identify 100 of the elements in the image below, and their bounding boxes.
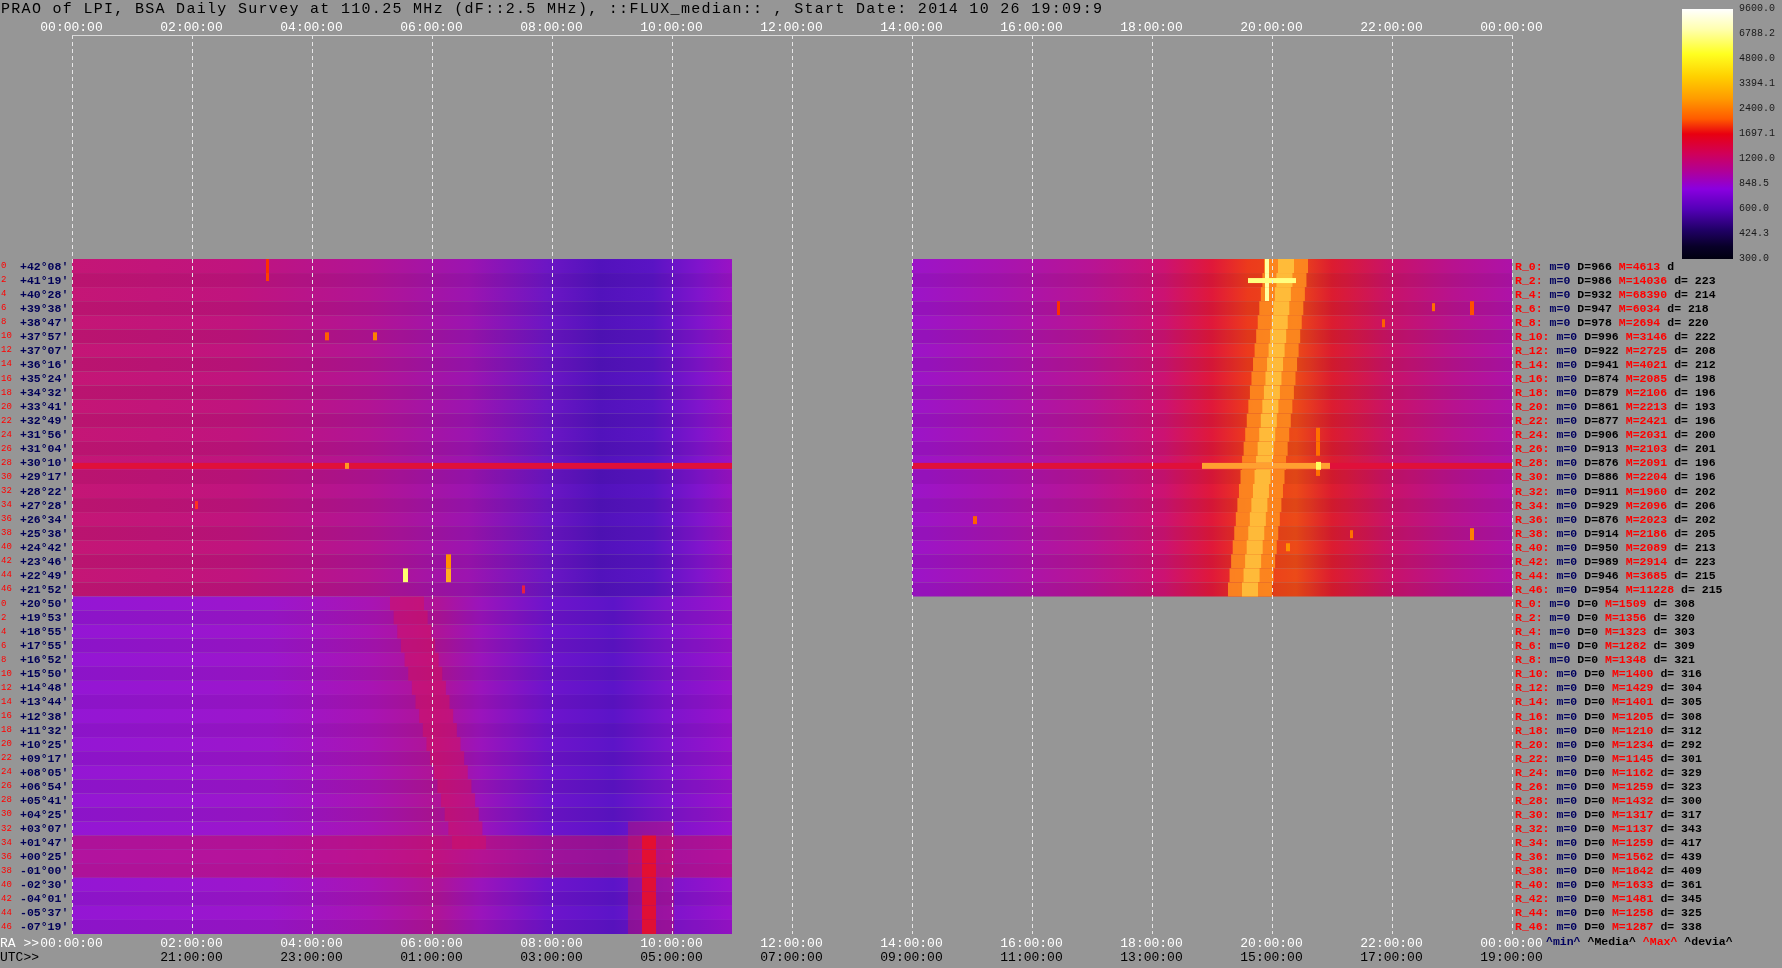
declination-label: +10°25' xyxy=(20,737,69,751)
deviation-value: d= 292 xyxy=(1660,737,1702,751)
beam-index: 22 xyxy=(1,415,12,426)
max-value: M=1356 xyxy=(1605,611,1647,625)
deviation-value: d= 409 xyxy=(1660,864,1702,878)
declination-label: +18°55' xyxy=(20,625,69,639)
column-legend-label: ^Max^ xyxy=(1642,934,1678,948)
declination-label: +15°50' xyxy=(20,667,69,681)
max-value: M=1234 xyxy=(1611,737,1654,751)
declination-label: +26°34' xyxy=(20,512,69,526)
max-value: M=2091 xyxy=(1625,456,1668,470)
beam-index: 12 xyxy=(1,682,12,693)
beam-index: 32 xyxy=(1,486,12,497)
ra-axis-label: 08:00:00 xyxy=(520,937,583,951)
median-value: D=0 xyxy=(1584,807,1605,821)
color-scale-label: 848.5 xyxy=(1739,178,1769,190)
deviation-value: d= 303 xyxy=(1653,625,1695,639)
utc-axis-label: 01:00:00 xyxy=(400,951,463,965)
beam-label: R_30: xyxy=(1515,807,1550,821)
beam-label: R_32: xyxy=(1515,822,1550,836)
max-value: M=1429 xyxy=(1611,681,1654,695)
utc-axis-label: 07:00:00 xyxy=(760,951,823,965)
beam-label: R_22: xyxy=(1515,751,1550,765)
beam-label: R_8: xyxy=(1515,315,1543,329)
time-axis-label: 18:00:00 xyxy=(1120,20,1183,35)
column-legend-label: ^Media^ xyxy=(1587,934,1636,948)
max-value: M=1205 xyxy=(1611,709,1654,723)
min-value: m=0 xyxy=(1556,765,1578,779)
deviation-value: d= 439 xyxy=(1660,850,1702,864)
median-value: D=886 xyxy=(1584,470,1619,484)
beam-index: 30 xyxy=(1,809,12,820)
declination-label: +35°24' xyxy=(20,372,69,386)
utc-axis-label: 05:00:00 xyxy=(640,951,703,965)
median-value: D=932 xyxy=(1577,287,1612,301)
min-value: m=0 xyxy=(1549,287,1571,301)
median-value: D=0 xyxy=(1584,878,1605,892)
declination-label: +41°19' xyxy=(20,273,69,287)
min-value: m=0 xyxy=(1556,414,1578,428)
time-axis-label: 20:00:00 xyxy=(1240,20,1303,35)
deviation-value: d= 214 xyxy=(1674,287,1716,301)
deviation-value: d= 202 xyxy=(1674,484,1716,498)
deviation-value: d xyxy=(1667,259,1675,273)
min-value: m=0 xyxy=(1549,597,1571,611)
max-value: M=2694 xyxy=(1618,315,1661,329)
max-value: M=14036 xyxy=(1618,273,1668,287)
min-value: m=0 xyxy=(1556,329,1578,343)
beam-label: R_42: xyxy=(1515,554,1550,568)
min-value: m=0 xyxy=(1556,751,1578,765)
color-scale-label: 2400.0 xyxy=(1739,103,1775,115)
max-value: M=6034 xyxy=(1618,301,1661,315)
beam-index: 26 xyxy=(1,781,12,792)
max-value: M=2204 xyxy=(1625,470,1668,484)
time-axis-label: 08:00:00 xyxy=(520,20,583,35)
ra-axis-label: 04:00:00 xyxy=(280,937,343,951)
beam-label: R_30: xyxy=(1515,470,1550,484)
beam-label: R_2: xyxy=(1515,611,1543,625)
beam-index: 14 xyxy=(1,359,12,370)
declination-label: +37°07' xyxy=(20,343,69,357)
beam-label: R_40: xyxy=(1515,878,1550,892)
max-value: M=1400 xyxy=(1611,667,1654,681)
declination-label: +38°47' xyxy=(20,315,69,329)
beam-index: 0 xyxy=(1,261,7,272)
ra-axis-label: 12:00:00 xyxy=(760,937,823,951)
beam-index: 36 xyxy=(1,851,12,862)
beam-label: R_4: xyxy=(1515,625,1543,639)
min-value: m=0 xyxy=(1556,400,1578,414)
color-scale-label: 3394.1 xyxy=(1739,78,1775,90)
deviation-value: d= 338 xyxy=(1660,920,1702,934)
deviation-value: d= 312 xyxy=(1660,723,1702,737)
median-value: D=947 xyxy=(1577,301,1612,315)
beam-index: 10 xyxy=(1,331,12,342)
max-value: M=1145 xyxy=(1611,751,1654,765)
beam-label: R_34: xyxy=(1515,498,1550,512)
median-value: D=929 xyxy=(1584,498,1619,512)
min-value: m=0 xyxy=(1549,259,1571,273)
min-value: m=0 xyxy=(1556,582,1578,596)
declination-label: +06°54' xyxy=(20,779,69,793)
min-value: m=0 xyxy=(1556,386,1578,400)
min-value: m=0 xyxy=(1556,850,1578,864)
declination-label: +24°42' xyxy=(20,540,69,554)
beam-index: 6 xyxy=(1,640,7,651)
deviation-value: d= 208 xyxy=(1674,343,1716,357)
declination-label: +14°48' xyxy=(20,681,69,695)
beam-index: 28 xyxy=(1,795,12,806)
deviation-value: d= 196 xyxy=(1674,456,1716,470)
beam-index: 34 xyxy=(1,500,12,511)
declination-label: +09°17' xyxy=(20,751,69,765)
max-value: M=2103 xyxy=(1625,442,1668,456)
declination-label: +11°32' xyxy=(20,723,69,737)
min-value: m=0 xyxy=(1549,315,1571,329)
min-value: m=0 xyxy=(1556,864,1578,878)
min-value: m=0 xyxy=(1556,372,1578,386)
max-value: M=2213 xyxy=(1625,400,1668,414)
min-value: m=0 xyxy=(1556,920,1578,934)
declination-label: +03°07' xyxy=(20,822,69,836)
beam-label: R_0: xyxy=(1515,597,1543,611)
max-value: M=1401 xyxy=(1611,695,1654,709)
deviation-value: d= 361 xyxy=(1660,878,1702,892)
beam-index: 38 xyxy=(1,528,12,539)
beam-index: 44 xyxy=(1,907,12,918)
